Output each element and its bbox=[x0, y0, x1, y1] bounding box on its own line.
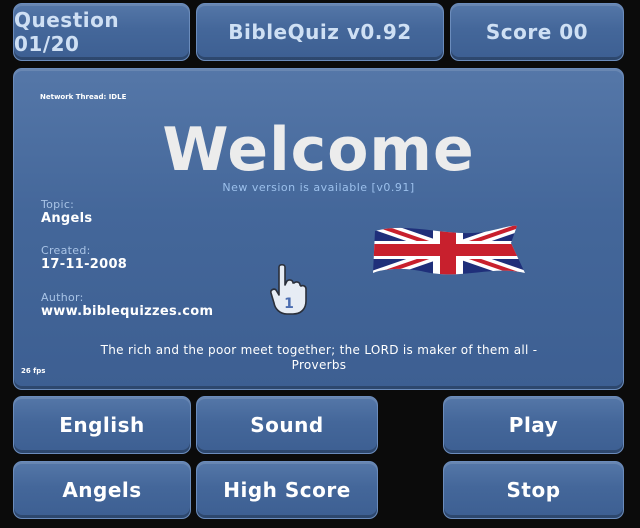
author-label: Author: bbox=[41, 291, 84, 304]
sound-button-label: Sound bbox=[250, 413, 324, 437]
stop-button-label: Stop bbox=[506, 478, 561, 502]
score-display: Score 00 bbox=[450, 3, 624, 61]
hand-pointer-icon: 1 bbox=[269, 263, 309, 321]
network-status: Network Thread: IDLE bbox=[40, 93, 127, 101]
author-value: www.biblequizzes.com bbox=[41, 304, 214, 319]
page-title: Welcome bbox=[162, 115, 475, 185]
quote-line-2: Proverbs bbox=[291, 358, 347, 372]
app-title-label: BibleQuiz v0.92 bbox=[228, 20, 412, 44]
language-button-label: English bbox=[59, 413, 145, 437]
question-counter-label: Question 01/20 bbox=[14, 8, 120, 56]
topic-button-label: Angels bbox=[62, 478, 142, 502]
bible-quote: The rich and the poor meet together; the… bbox=[54, 343, 584, 373]
question-counter: Question 01/20 bbox=[13, 3, 190, 61]
uk-flag-icon[interactable] bbox=[371, 223, 527, 281]
fps-counter: 26 fps bbox=[21, 367, 46, 375]
welcome-panel: Network Thread: IDLE Welcome New version… bbox=[13, 68, 624, 390]
play-button[interactable]: Play bbox=[443, 396, 624, 454]
topic-button[interactable]: Angels bbox=[13, 461, 191, 519]
score-label: Score 00 bbox=[485, 20, 589, 44]
update-notice[interactable]: New version is available [v0.91] bbox=[14, 181, 623, 194]
sound-button[interactable]: Sound bbox=[196, 396, 378, 454]
created-label: Created: bbox=[41, 244, 91, 257]
topic-label: Topic: bbox=[41, 198, 75, 211]
stop-button[interactable]: Stop bbox=[443, 461, 624, 519]
app-title: BibleQuiz v0.92 bbox=[196, 3, 444, 61]
created-value: 17-11-2008 bbox=[41, 257, 128, 272]
high-score-button[interactable]: High Score bbox=[196, 461, 378, 519]
quote-line-1: The rich and the poor meet together; the… bbox=[100, 343, 538, 357]
topic-value: Angels bbox=[41, 211, 93, 226]
play-button-label: Play bbox=[508, 413, 559, 437]
language-button[interactable]: English bbox=[13, 396, 191, 454]
cursor-number: 1 bbox=[284, 296, 294, 312]
high-score-button-label: High Score bbox=[223, 478, 351, 502]
